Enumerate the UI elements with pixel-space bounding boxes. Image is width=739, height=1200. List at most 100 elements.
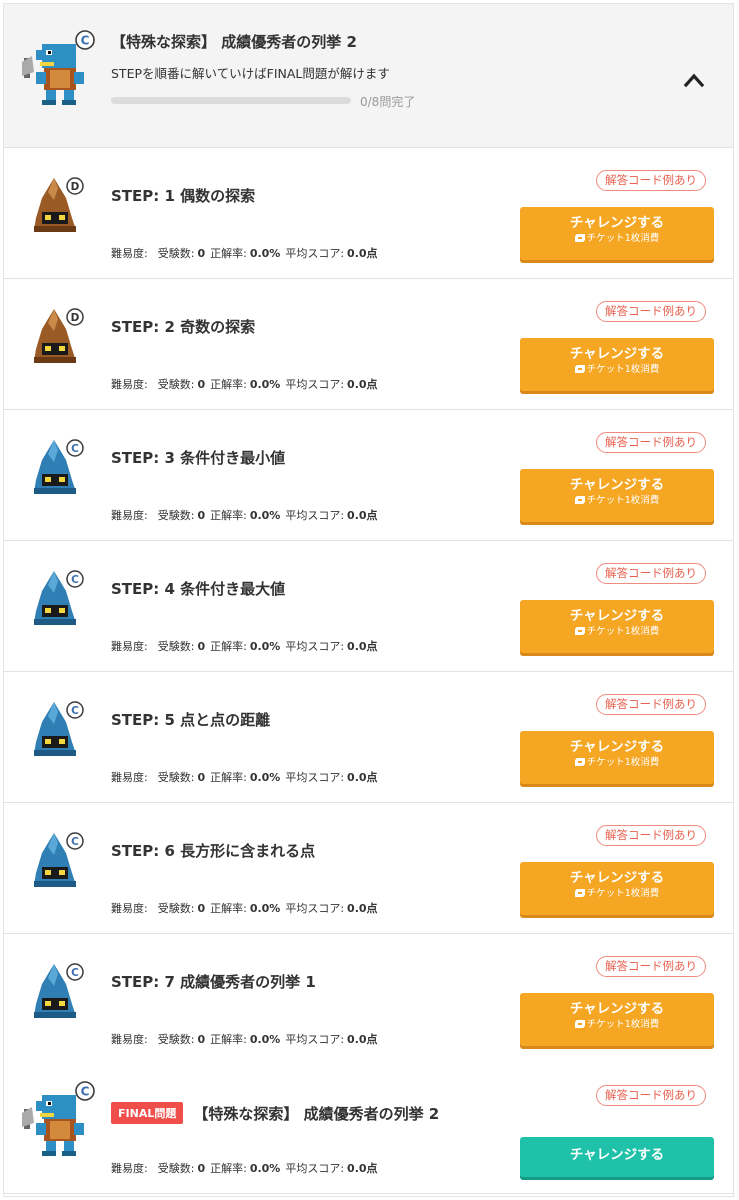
task-stats: 難易度: 受験数: 0 正解率: 0.0% 平均スコア: 0.0点 (111, 900, 383, 916)
ticket-icon (574, 496, 585, 504)
code-example-tag[interactable]: 解答コード例あり (596, 170, 706, 191)
attempts-label: 受験数: (157, 509, 195, 522)
accuracy-value: 0.0% (249, 1162, 281, 1175)
accuracy-value: 0.0% (249, 509, 281, 522)
avg-score-label: 平均スコア: (285, 509, 345, 522)
accuracy-label: 正解率: (210, 247, 247, 260)
ticket-icon (574, 365, 585, 373)
challenge-button[interactable]: チャレンジするチケット1枚消費 (520, 338, 714, 391)
step-title[interactable]: STEP: 1 偶数の探索 (111, 185, 255, 206)
task-stats: 難易度: 受験数: 0 正解率: 0.0% 平均スコア: 0.0点 (111, 245, 383, 261)
final-badge: FINAL問題 (111, 1102, 184, 1124)
final-task-title[interactable]: FINAL問題 【特殊な探索】 成績優秀者の列挙 2 (111, 1102, 439, 1124)
ticket-icon (574, 1020, 585, 1028)
challenge-button-label: チャレンジする (569, 346, 665, 362)
challenge-button[interactable]: チャレンジする チケット1枚消費 (520, 600, 714, 653)
step-title[interactable]: STEP: 2 奇数の探索 (111, 316, 255, 337)
challenge-button-label: チャレンジする (569, 1147, 665, 1163)
attempts-label: 受験数: (157, 378, 195, 391)
accuracy-label: 正解率: (210, 509, 247, 522)
task-group-header[interactable]: C 【特殊な探索】 成績優秀者の列挙 2 STEPを順番に解いていけばFINAL… (4, 4, 733, 148)
rank-badge: C (71, 574, 79, 586)
step-row: C STEP: 7 成績優秀者の列挙 1 解答コード例ありチャレンジする チケット1枚… (4, 934, 733, 1065)
rank-badge: C (71, 443, 79, 455)
step-row: C STEP: 3 条件付き最小値 解答コード例ありチャレンジするチケット1枚消費難… (4, 410, 733, 541)
accuracy-label: 正解率: (210, 378, 247, 391)
code-example-tag[interactable]: 解答コード例あり (596, 825, 706, 846)
rank-badge: D (71, 312, 80, 324)
ticket-cost-label: チケット1枚消費 (586, 364, 660, 375)
avg-score-value: 0.0点 (347, 640, 378, 653)
final-task-title-text: 【特殊な探索】 成績優秀者の列挙 2 (193, 1105, 440, 1123)
task-stats: 難易度: 受験数: 0 正解率: 0.0% 平均スコア: 0.0点 (111, 1160, 383, 1176)
code-example-tag[interactable]: 解答コード例あり (596, 1085, 706, 1106)
avg-score-value: 0.0点 (347, 509, 378, 522)
avg-score-label: 平均スコア: (285, 771, 345, 784)
accuracy-value: 0.0% (249, 247, 281, 260)
code-example-tag[interactable]: 解答コード例あり (596, 432, 706, 453)
ticket-icon (574, 889, 585, 897)
difficulty-label: 難易度: (111, 1033, 148, 1046)
accuracy-value: 0.0% (249, 771, 281, 784)
difficulty-label: 難易度: (111, 1162, 148, 1175)
attempts-label: 受験数: (157, 902, 195, 915)
code-example-tag[interactable]: 解答コード例あり (596, 956, 706, 977)
avg-score-label: 平均スコア: (285, 1033, 345, 1046)
difficulty-label: 難易度: (111, 247, 148, 260)
step-title[interactable]: STEP: 5 点と点の距離 (111, 709, 270, 730)
avg-score-label: 平均スコア: (285, 640, 345, 653)
ticket-icon (574, 758, 585, 766)
code-example-tag[interactable]: 解答コード例あり (596, 563, 706, 584)
ticket-cost-label: チケット1枚消費 (586, 626, 660, 637)
challenge-button[interactable]: チャレンジするチケット1枚消費 (520, 207, 714, 260)
accuracy-value: 0.0% (249, 902, 281, 915)
ticket-cost: チケット1枚消費 (520, 756, 714, 769)
rank-badge: C (71, 705, 79, 717)
difficulty-label: 難易度: (111, 509, 148, 522)
blue-hood-monster-icon: C (34, 832, 84, 887)
avg-score-value: 0.0点 (347, 1033, 378, 1046)
step-row: C STEP: 4 条件付き最大値 解答コード例あり チャレンジする チケット1枚消費難… (4, 541, 733, 672)
ticket-cost-label: チケット1枚消費 (586, 233, 660, 244)
attempts-value: 0 (197, 1162, 206, 1175)
task-group-panel: C 【特殊な探索】 成績優秀者の列挙 2 STEPを順番に解いていけばFINAL… (3, 3, 734, 1197)
challenge-button-label: チャレンジする (569, 215, 665, 231)
challenge-button[interactable]: チャレンジする チケット1枚消費 (520, 862, 714, 915)
ticket-cost: チケット1枚消費 (520, 232, 714, 245)
task-group-description: STEPを順番に解いていけばFINAL問題が解けます (111, 66, 390, 81)
ticket-cost-label: チケット1枚消費 (586, 495, 660, 506)
step-title[interactable]: STEP: 3 条件付き最小値 (111, 447, 285, 468)
code-example-tag[interactable]: 解答コード例あり (596, 301, 706, 322)
challenge-button[interactable]: チャレンジする チケット1枚消費 (520, 731, 714, 784)
avg-score-value: 0.0点 (347, 771, 378, 784)
task-stats: 難易度: 受験数: 0 正解率: 0.0% 平均スコア: 0.0点 (111, 507, 383, 523)
code-example-tag[interactable]: 解答コード例あり (596, 694, 706, 715)
challenge-button[interactable]: チャレンジする チケット1枚消費 (520, 993, 714, 1046)
brown-hood-monster-icon: D (34, 308, 84, 363)
task-stats: 難易度: 受験数: 0 正解率: 0.0% 平均スコア: 0.0点 (111, 769, 383, 785)
ticket-cost: チケット1枚消費 (520, 494, 714, 507)
blue-hood-monster-icon: C (34, 963, 84, 1018)
rank-badge: C (81, 34, 90, 48)
attempts-value: 0 (197, 902, 206, 915)
accuracy-value: 0.0% (249, 1033, 281, 1046)
challenge-button[interactable]: チャレンジするチケット1枚消費 (520, 469, 714, 522)
avg-score-value: 0.0点 (347, 1162, 378, 1175)
attempts-label: 受験数: (157, 1162, 195, 1175)
avg-score-label: 平均スコア: (285, 378, 345, 391)
challenge-button-label: チャレンジする (569, 477, 665, 493)
chevron-up-icon[interactable] (676, 62, 712, 98)
ticket-cost-label: チケット1枚消費 (586, 757, 660, 768)
rank-badge: C (71, 836, 79, 848)
step-title[interactable]: STEP: 6 長方形に含まれる点 (111, 840, 315, 861)
rank-badge: C (71, 967, 79, 979)
accuracy-label: 正解率: (210, 902, 247, 915)
attempts-label: 受験数: (157, 1033, 195, 1046)
step-title[interactable]: STEP: 7 成績優秀者の列挙 1 (111, 971, 316, 992)
step-row: C STEP: 5 点と点の距離 解答コード例あり チャレンジする チケット1枚消費 難易… (4, 672, 733, 803)
rank-badge: D (71, 181, 80, 193)
ticket-icon (574, 627, 585, 635)
challenge-button[interactable]: チャレンジする (520, 1137, 714, 1177)
step-title[interactable]: STEP: 4 条件付き最大値 (111, 578, 285, 599)
accuracy-value: 0.0% (249, 640, 281, 653)
